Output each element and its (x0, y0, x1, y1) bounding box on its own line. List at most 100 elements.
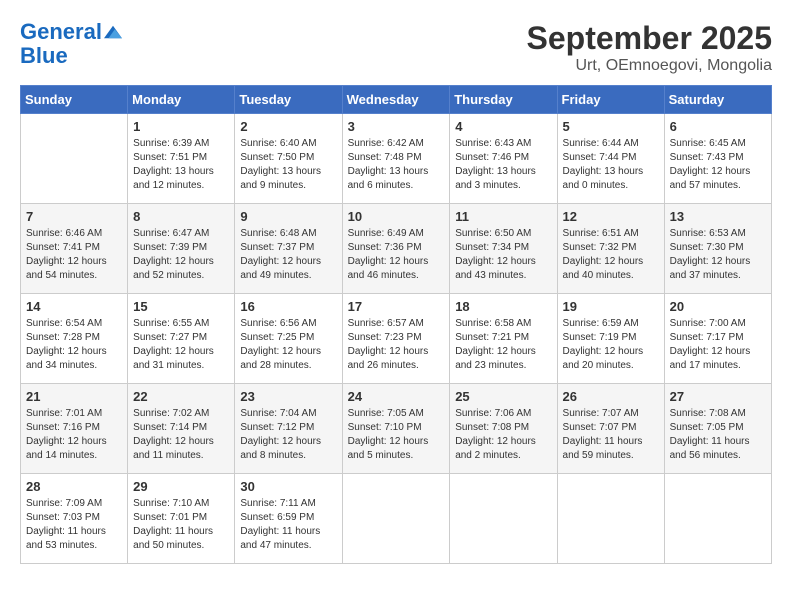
calendar-cell: 11 Sunrise: 6:50 AMSunset: 7:34 PMDayligh… (450, 204, 557, 294)
calendar-cell: 24Sunrise: 7:05 AMSunset: 7:10 PMDayligh… (342, 384, 450, 474)
calendar-cell: 25 Sunrise: 7:06 AMSunset: 7:08 PMDayligh… (450, 384, 557, 474)
logo-text: General (20, 20, 102, 44)
cell-content: Sunrise: 6:46 AMSunset: 7:41 PMDaylight:… (26, 227, 122, 283)
cell-content: Sunrise: 6:54 AMSunset: 7:28 PMDaylight:… (26, 317, 122, 373)
day-number: 7 (26, 209, 122, 224)
cell-content: Sunrise: 7:10 AMSunset: 7:01 PMDaylight:… (133, 497, 229, 553)
month-title: September 2025 (527, 20, 772, 57)
title-block: September 2025 Urt, OEmnoegovi, Mongolia (527, 20, 772, 75)
day-number: 9 (240, 209, 336, 224)
day-number: 20 (670, 299, 766, 314)
day-number: 10 (348, 209, 445, 224)
day-number: 23 (240, 389, 336, 404)
calendar-week-row: 7 Sunrise: 6:46 AMSunset: 7:41 PMDaylight… (21, 204, 772, 294)
calendar-cell: 30 Sunrise: 7:11 AMSunset: 6:59 PMDayligh… (235, 474, 342, 564)
calendar-cell: 13 Sunrise: 6:53 AMSunset: 7:30 PMDayligh… (664, 204, 771, 294)
cell-content: Sunrise: 7:06 AMSunset: 7:08 PMDaylight:… (455, 407, 551, 463)
day-number: 3 (348, 119, 445, 134)
calendar-cell: 14 Sunrise: 6:54 AMSunset: 7:28 PMDayligh… (21, 294, 128, 384)
calendar-week-row: 28Sunrise: 7:09 AMSunset: 7:03 PMDayligh… (21, 474, 772, 564)
cell-content: Sunrise: 6:49 AMSunset: 7:36 PMDaylight:… (348, 227, 445, 283)
day-number: 13 (670, 209, 766, 224)
day-number: 24 (348, 389, 445, 404)
day-number: 28 (26, 479, 122, 494)
day-number: 21 (26, 389, 122, 404)
day-number: 2 (240, 119, 336, 134)
day-number: 4 (455, 119, 551, 134)
cell-content: Sunrise: 6:59 AMSunset: 7:19 PMDaylight:… (563, 317, 659, 373)
calendar-cell: 12 Sunrise: 6:51 AMSunset: 7:32 PMDayligh… (557, 204, 664, 294)
calendar-cell: 23 Sunrise: 7:04 AMSunset: 7:12 PMDayligh… (235, 384, 342, 474)
calendar-cell: 15 Sunrise: 6:55 AMSunset: 7:27 PMDayligh… (128, 294, 235, 384)
cell-content: Sunrise: 7:01 AMSunset: 7:16 PMDaylight:… (26, 407, 122, 463)
cell-content: Sunrise: 6:48 AMSunset: 7:37 PMDaylight:… (240, 227, 336, 283)
cell-content: Sunrise: 6:42 AMSunset: 7:48 PMDaylight:… (348, 137, 445, 193)
cell-content: Sunrise: 7:00 AMSunset: 7:17 PMDaylight:… (670, 317, 766, 373)
day-number: 29 (133, 479, 229, 494)
cell-content: Sunrise: 6:50 AMSunset: 7:34 PMDaylight:… (455, 227, 551, 283)
calendar-cell: 9 Sunrise: 6:48 AMSunset: 7:37 PMDaylight… (235, 204, 342, 294)
day-number: 14 (26, 299, 122, 314)
cell-content: Sunrise: 7:11 AMSunset: 6:59 PMDaylight:… (240, 497, 336, 553)
cell-content: Sunrise: 6:45 AMSunset: 7:43 PMDaylight:… (670, 137, 766, 193)
logo-blue: Blue (20, 44, 68, 68)
weekday-header: Friday (557, 86, 664, 114)
day-number: 30 (240, 479, 336, 494)
calendar-table: SundayMondayTuesdayWednesdayThursdayFrid… (20, 85, 772, 564)
location-subtitle: Urt, OEmnoegovi, Mongolia (527, 57, 772, 75)
cell-content: Sunrise: 6:39 AMSunset: 7:51 PMDaylight:… (133, 137, 229, 193)
day-number: 15 (133, 299, 229, 314)
cell-content: Sunrise: 6:55 AMSunset: 7:27 PMDaylight:… (133, 317, 229, 373)
cell-content: Sunrise: 6:53 AMSunset: 7:30 PMDaylight:… (670, 227, 766, 283)
weekday-header: Thursday (450, 86, 557, 114)
day-number: 1 (133, 119, 229, 134)
day-number: 26 (563, 389, 659, 404)
calendar-week-row: 14 Sunrise: 6:54 AMSunset: 7:28 PMDayligh… (21, 294, 772, 384)
calendar-week-row: 21 Sunrise: 7:01 AMSunset: 7:16 PMDayligh… (21, 384, 772, 474)
day-number: 27 (670, 389, 766, 404)
calendar-cell: 19 Sunrise: 6:59 AMSunset: 7:19 PMDayligh… (557, 294, 664, 384)
weekday-header: Tuesday (235, 86, 342, 114)
weekday-header: Saturday (664, 86, 771, 114)
weekday-header: Monday (128, 86, 235, 114)
cell-content: Sunrise: 6:43 AMSunset: 7:46 PMDaylight:… (455, 137, 551, 193)
weekday-header: Sunday (21, 86, 128, 114)
calendar-cell: 2 Sunrise: 6:40 AMSunset: 7:50 PMDaylight… (235, 114, 342, 204)
calendar-cell: 28Sunrise: 7:09 AMSunset: 7:03 PMDayligh… (21, 474, 128, 564)
calendar-cell: 16Sunrise: 6:56 AMSunset: 7:25 PMDayligh… (235, 294, 342, 384)
calendar-week-row: 1 Sunrise: 6:39 AMSunset: 7:51 PMDaylight… (21, 114, 772, 204)
day-number: 8 (133, 209, 229, 224)
day-number: 25 (455, 389, 551, 404)
page-header: General Blue September 2025 Urt, OEmnoeg… (20, 20, 772, 75)
calendar-cell: 18Sunrise: 6:58 AMSunset: 7:21 PMDayligh… (450, 294, 557, 384)
day-number: 12 (563, 209, 659, 224)
cell-content: Sunrise: 6:51 AMSunset: 7:32 PMDaylight:… (563, 227, 659, 283)
calendar-cell: 3 Sunrise: 6:42 AMSunset: 7:48 PMDaylight… (342, 114, 450, 204)
logo-icon (104, 25, 122, 39)
day-number: 6 (670, 119, 766, 134)
calendar-cell: 17 Sunrise: 6:57 AMSunset: 7:23 PMDayligh… (342, 294, 450, 384)
logo: General Blue (20, 20, 122, 68)
calendar-cell (342, 474, 450, 564)
logo-general: General (20, 19, 102, 44)
calendar-cell: 20 Sunrise: 7:00 AMSunset: 7:17 PMDayligh… (664, 294, 771, 384)
day-number: 5 (563, 119, 659, 134)
cell-content: Sunrise: 7:04 AMSunset: 7:12 PMDaylight:… (240, 407, 336, 463)
day-number: 17 (348, 299, 445, 314)
calendar-cell: 27Sunrise: 7:08 AMSunset: 7:05 PMDayligh… (664, 384, 771, 474)
calendar-cell: 21 Sunrise: 7:01 AMSunset: 7:16 PMDayligh… (21, 384, 128, 474)
calendar-cell: 29 Sunrise: 7:10 AMSunset: 7:01 PMDayligh… (128, 474, 235, 564)
calendar-cell: 22Sunrise: 7:02 AMSunset: 7:14 PMDayligh… (128, 384, 235, 474)
calendar-cell: 26Sunrise: 7:07 AMSunset: 7:07 PMDayligh… (557, 384, 664, 474)
calendar-cell (450, 474, 557, 564)
day-number: 22 (133, 389, 229, 404)
calendar-cell: 5 Sunrise: 6:44 AMSunset: 7:44 PMDaylight… (557, 114, 664, 204)
cell-content: Sunrise: 6:44 AMSunset: 7:44 PMDaylight:… (563, 137, 659, 193)
cell-content: Sunrise: 6:47 AMSunset: 7:39 PMDaylight:… (133, 227, 229, 283)
day-number: 11 (455, 209, 551, 224)
calendar-cell (557, 474, 664, 564)
day-number: 19 (563, 299, 659, 314)
cell-content: Sunrise: 6:40 AMSunset: 7:50 PMDaylight:… (240, 137, 336, 193)
weekday-header: Wednesday (342, 86, 450, 114)
cell-content: Sunrise: 6:57 AMSunset: 7:23 PMDaylight:… (348, 317, 445, 373)
